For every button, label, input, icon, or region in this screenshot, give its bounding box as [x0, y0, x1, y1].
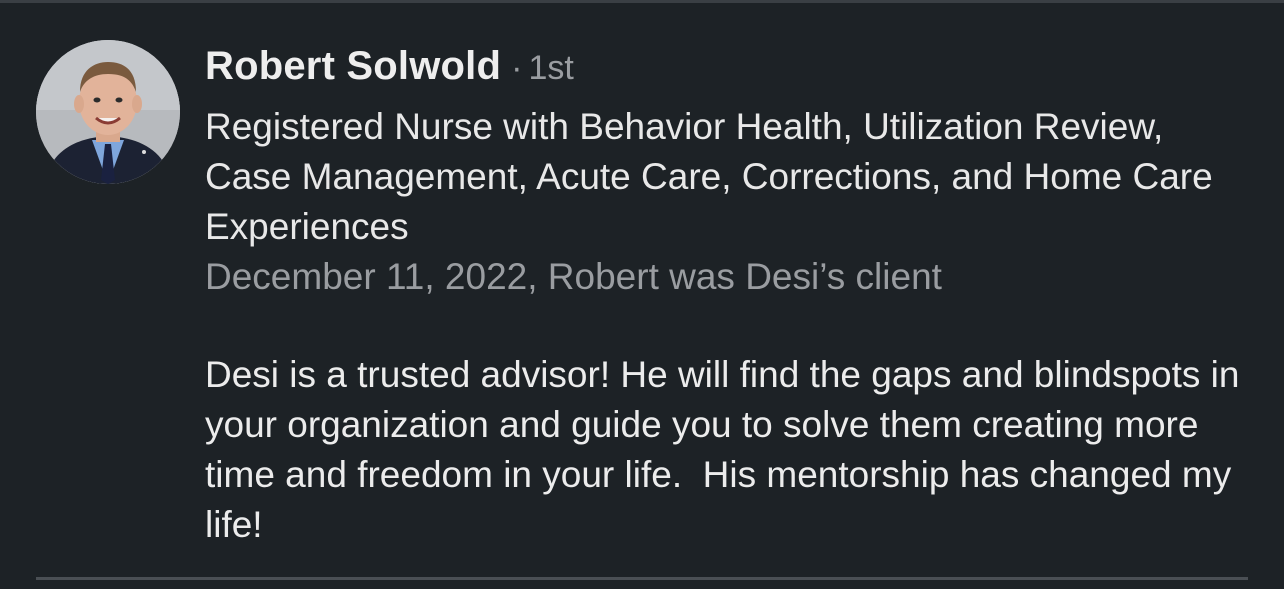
author-headline: Registered Nurse with Behavior Health, U… — [205, 106, 1213, 247]
author-line: Robert Solwold · 1st — [205, 44, 1265, 102]
recommendation-meta: December 11, 2022, Robert was Desi’s cli… — [205, 256, 942, 297]
profile-photo-icon — [36, 40, 180, 184]
degree-separator: · — [511, 49, 523, 87]
recommendation-text: Desi is a trusted advisor! He will find … — [205, 354, 1250, 545]
divider — [36, 577, 1248, 580]
recommendation-content: Robert Solwold · 1st Registered Nurse wi… — [205, 44, 1265, 550]
connection-degree: 1st — [528, 49, 574, 87]
author-name[interactable]: Robert Solwold — [205, 44, 501, 89]
avatar[interactable] — [36, 40, 180, 184]
recommendation-card: Robert Solwold · 1st Registered Nurse wi… — [0, 0, 1284, 589]
